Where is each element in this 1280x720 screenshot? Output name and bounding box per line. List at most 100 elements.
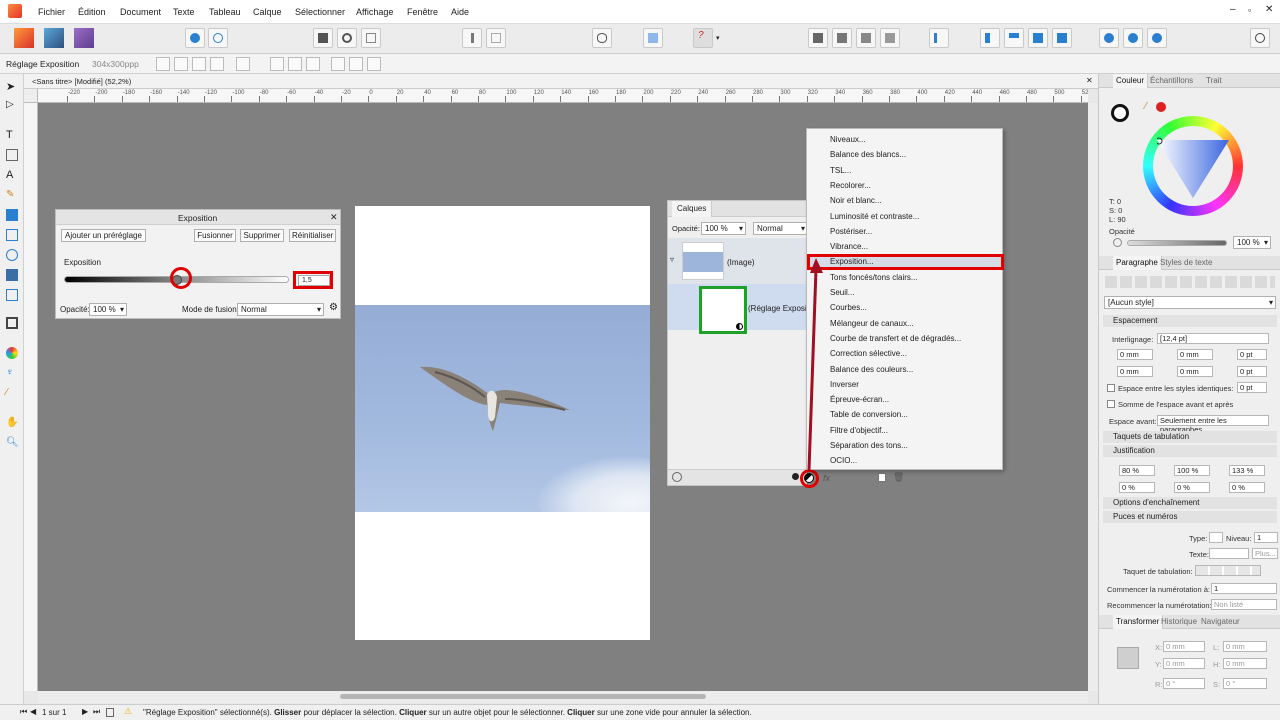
minimize-window-icon[interactable]: –	[1230, 4, 1236, 15]
align-bottom-icon[interactable]	[367, 57, 381, 71]
menu-item[interactable]: Recolorer...	[830, 181, 871, 190]
image-button[interactable]	[361, 28, 381, 48]
menu-item[interactable]: Luminosité et contraste...	[830, 212, 919, 221]
rotate-right-button[interactable]	[1052, 28, 1072, 48]
expand-icon[interactable]	[210, 57, 224, 71]
min-glyph-field[interactable]: 0 %	[1229, 482, 1265, 493]
crop-tool-icon[interactable]	[6, 317, 18, 329]
align-center-icon[interactable]	[288, 57, 302, 71]
opacity-toggle-icon[interactable]	[1113, 238, 1122, 247]
texte-select[interactable]	[1209, 548, 1249, 559]
reset-transform-icon[interactable]	[236, 57, 250, 71]
menu-item[interactable]: Courbe de transfert et de dégradés...	[830, 334, 961, 343]
close-tab-icon[interactable]: ✕	[1086, 76, 1093, 85]
anchor-grid-icon[interactable]	[1117, 647, 1139, 669]
crosshair-icon[interactable]	[174, 57, 188, 71]
reset-button[interactable]: Réinitialiser	[289, 229, 336, 242]
indent-last-field[interactable]: 0 mm	[1177, 366, 1213, 377]
layer-row-image[interactable]: ▿ (Image)	[668, 238, 806, 284]
menu-item[interactable]: Postériser...	[830, 227, 872, 236]
same-style-checkbox[interactable]	[1107, 384, 1115, 392]
w-field[interactable]: 0 mm	[1223, 641, 1267, 652]
y-field[interactable]: 0 mm	[1163, 658, 1205, 669]
chevron-down-icon[interactable]: ▾	[716, 34, 720, 42]
document-tab-title[interactable]: <Sans titre> [Modifié] (52,2%)	[32, 77, 131, 86]
space-after-field[interactable]: 0 pt	[1237, 366, 1267, 377]
menu-item[interactable]: Balance des blancs...	[830, 150, 906, 159]
menu-item[interactable]: Épreuve-écran...	[830, 395, 889, 404]
menu-item[interactable]: Vibrance...	[830, 242, 868, 251]
eyedropper-icon[interactable]: ⁄	[1145, 101, 1147, 112]
commencer-field[interactable]: 1	[1211, 583, 1277, 594]
frame-tool-icon[interactable]	[6, 229, 18, 241]
shape-tool-icon[interactable]	[6, 209, 18, 221]
fill-tool-icon[interactable]	[6, 347, 18, 359]
menu-affichage[interactable]: Affichage	[356, 7, 393, 17]
transparency-tool-icon[interactable]: ♆	[6, 367, 18, 379]
menu-item[interactable]: Table de conversion...	[830, 410, 908, 419]
place-image-icon[interactable]	[6, 289, 18, 301]
section-options[interactable]: Options d'enchaînement	[1103, 497, 1277, 509]
boolean-subtract-button[interactable]	[1123, 28, 1143, 48]
close-window-icon[interactable]: ✕	[1265, 4, 1273, 15]
merge-button[interactable]: Fusionner	[194, 229, 236, 242]
flip-horizontal-button[interactable]	[980, 28, 1000, 48]
menu-item[interactable]: Filtre d'objectif...	[830, 426, 888, 435]
trash-icon[interactable]: 🗑︎	[893, 472, 904, 483]
pen-tool-icon[interactable]: ✎	[6, 189, 18, 201]
opacity-select[interactable]: 100 %	[89, 303, 127, 316]
close-icon[interactable]: ✕	[330, 212, 338, 223]
alignment-buttons[interactable]	[1105, 276, 1275, 288]
fill-stroke-swatch[interactable]	[1111, 104, 1129, 122]
menu-item[interactable]: Courbes...	[830, 303, 867, 312]
gull-photo[interactable]	[355, 305, 650, 512]
menu-selectionner[interactable]: Sélectionner	[295, 7, 345, 17]
tab-styles-texte[interactable]: Styles de texte	[1160, 258, 1212, 267]
taquet-buttons[interactable]	[1195, 565, 1261, 576]
first-page-icon[interactable]: ⏮	[20, 707, 27, 717]
new-layer-icon[interactable]	[878, 473, 886, 482]
menu-item[interactable]: Balance des couleurs...	[830, 365, 913, 374]
photo-persona-icon[interactable]	[44, 28, 64, 48]
tab-couleur[interactable]: Couleur	[1113, 74, 1149, 88]
s-field[interactable]: 0 °	[1223, 678, 1267, 689]
menu-fichier[interactable]: Fichier	[38, 7, 65, 17]
letter-spacing-field[interactable]: 100 %	[1174, 465, 1210, 476]
space-before-field[interactable]: 0 pt	[1237, 349, 1267, 360]
opacity-field[interactable]: 100 %	[1233, 236, 1271, 249]
menu-item[interactable]: Mélangeur de canaux...	[830, 319, 914, 328]
next-page-icon[interactable]: ▶	[82, 707, 88, 716]
color-picker-icon[interactable]: ⁄	[6, 387, 18, 399]
last-page-icon[interactable]: ⏭	[93, 707, 100, 717]
rotate-left-button[interactable]	[1028, 28, 1048, 48]
blend-mode-select[interactable]: Normal	[237, 303, 324, 316]
indent-left-field[interactable]: 0 mm	[1117, 349, 1153, 360]
flip-vertical-button[interactable]	[1004, 28, 1024, 48]
menu-item[interactable]: Séparation des tons...	[830, 441, 908, 450]
align-top-icon[interactable]	[331, 57, 345, 71]
ellipse-frame-icon[interactable]	[6, 249, 18, 261]
section-puces[interactable]: Puces et numéros	[1103, 511, 1277, 523]
menu-tableau[interactable]: Tableau	[209, 7, 241, 17]
tab-historique[interactable]: Historique	[1161, 617, 1197, 626]
paragraph-style-select[interactable]: [Aucun style]	[1104, 296, 1276, 309]
word-spacing-field[interactable]: 80 %	[1119, 465, 1155, 476]
current-color-dot[interactable]	[1156, 102, 1166, 112]
interlignage-field[interactable]: [12,4 pt]	[1157, 333, 1269, 344]
r-field[interactable]: 0 °	[1163, 678, 1205, 689]
scrollbar-thumb[interactable]	[340, 694, 706, 699]
tab-trait[interactable]: Trait	[1206, 76, 1222, 85]
fit-icon[interactable]	[192, 57, 206, 71]
indent-right-field[interactable]: 0 mm	[1117, 366, 1153, 377]
hand-tool-icon[interactable]: ✋	[6, 417, 18, 429]
align-right-icon[interactable]	[306, 57, 320, 71]
x-field[interactable]: 0 mm	[1163, 641, 1205, 652]
tab-transformer[interactable]: Transformer	[1113, 615, 1164, 629]
user-account-icon[interactable]	[1250, 28, 1270, 48]
arrange-back-button[interactable]	[808, 28, 828, 48]
recommencer-field[interactable]: Non listé	[1211, 599, 1277, 610]
tab-echantillons[interactable]: Échantillons	[1150, 76, 1193, 85]
layer-expand-icon[interactable]: ▿	[670, 255, 674, 264]
align-button[interactable]	[929, 28, 949, 48]
assets-button[interactable]	[185, 28, 205, 48]
